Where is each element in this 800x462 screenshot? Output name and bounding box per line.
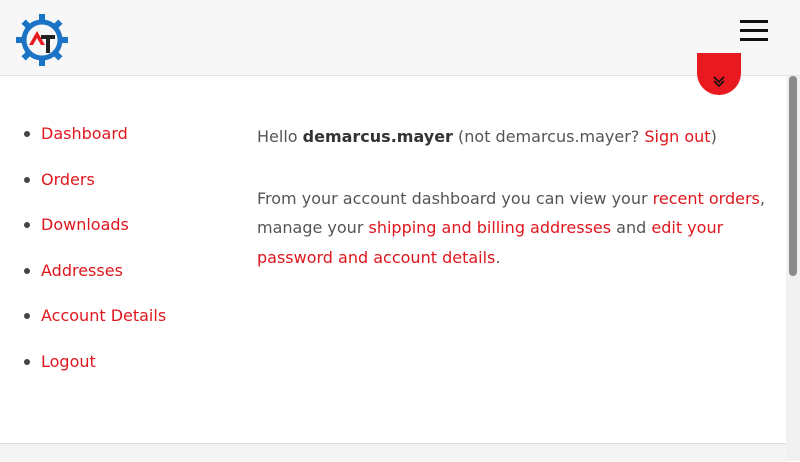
nav-link-account-details[interactable]: Account Details: [41, 305, 166, 327]
hamburger-line: [740, 38, 768, 41]
addresses-link[interactable]: shipping and billing addresses: [368, 218, 611, 237]
recent-orders-link[interactable]: recent orders: [653, 189, 760, 208]
nav-link-orders[interactable]: Orders: [41, 169, 95, 191]
scrollbar-thumb[interactable]: [789, 76, 797, 276]
gear-logo-icon: [16, 14, 68, 66]
hamburger-line: [740, 20, 768, 23]
greeting-text: Hello demarcus.mayer (not demarcus.mayer…: [257, 122, 777, 152]
dashboard-intro: From your account dashboard you can view…: [257, 184, 777, 273]
nav-link-dashboard[interactable]: Dashboard: [41, 123, 128, 145]
scroll-toggle-button[interactable]: [697, 53, 741, 95]
site-header: [0, 0, 800, 76]
nav-link-addresses[interactable]: Addresses: [41, 260, 123, 282]
nav-link-logout[interactable]: Logout: [41, 351, 96, 373]
username: demarcus.mayer: [302, 127, 453, 146]
greeting-not: (not demarcus.mayer?: [452, 127, 645, 146]
nav-link-downloads[interactable]: Downloads: [41, 214, 129, 236]
intro-text-3: and: [611, 218, 652, 237]
account-content: Dashboard Orders Downloads Addresses Acc…: [0, 76, 786, 442]
footer-strip: [0, 443, 786, 462]
vertical-scrollbar[interactable]: [786, 76, 800, 461]
hamburger-line: [740, 29, 768, 32]
logo[interactable]: [15, 13, 69, 67]
hamburger-menu-button[interactable]: [738, 18, 770, 44]
sign-out-link[interactable]: Sign out: [644, 127, 710, 146]
greeting-close: ): [710, 127, 717, 146]
double-chevron-down-icon: [713, 76, 725, 88]
greeting-hello: Hello: [257, 127, 303, 146]
intro-text-1: From your account dashboard you can view…: [257, 188, 653, 208]
intro-text-4: .: [495, 247, 501, 267]
dashboard-main: Hello demarcus.mayer (not demarcus.mayer…: [257, 122, 777, 272]
